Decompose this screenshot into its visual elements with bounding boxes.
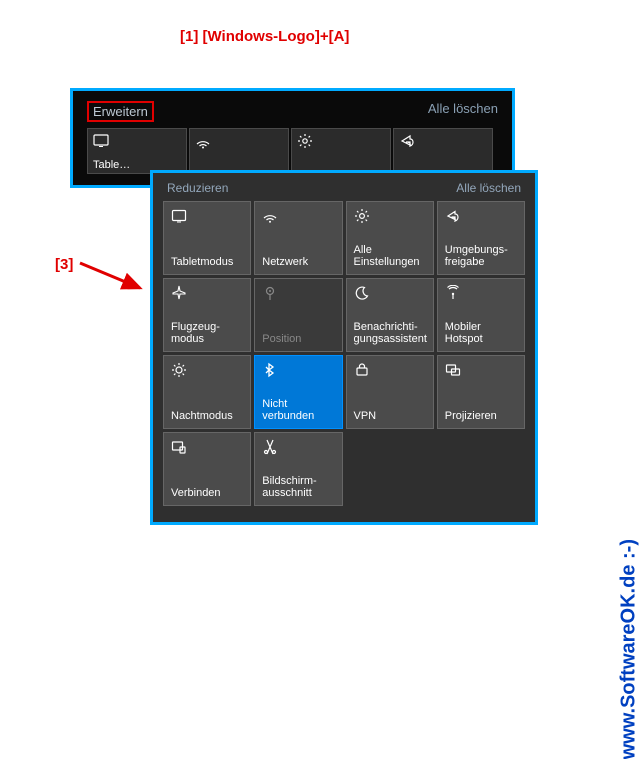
quick-action-label: Umgebungs-freigabe <box>445 244 520 269</box>
location-icon <box>262 285 278 301</box>
quick-action-tile[interactable]: Nicht verbunden <box>254 355 342 429</box>
gear-icon <box>297 133 313 149</box>
clear-all-link-front[interactable]: Alle löschen <box>456 181 521 195</box>
quick-action-label: Projizieren <box>445 410 520 423</box>
share-icon <box>399 133 415 149</box>
network-icon <box>195 133 211 149</box>
quick-action-label: Alle Einstellungen <box>354 244 429 269</box>
quick-action-tile[interactable]: Umgebungs-freigabe <box>437 201 525 275</box>
connect-icon <box>171 439 187 455</box>
bluetooth-icon <box>262 362 278 378</box>
quick-tile[interactable] <box>393 128 493 174</box>
quick-action-tile[interactable]: VPN <box>346 355 434 429</box>
quick-action-tile[interactable]: Position <box>254 278 342 352</box>
airplane-icon <box>171 285 187 301</box>
quick-action-tile[interactable]: Alle Einstellungen <box>346 201 434 275</box>
quick-action-label: Netzwerk <box>262 256 337 269</box>
quick-action-tile[interactable]: Tabletmodus <box>163 201 251 275</box>
expand-button[interactable]: Erweitern <box>87 101 154 122</box>
quick-action-label: Position <box>262 333 337 346</box>
quick-action-label: Nachtmodus <box>171 410 246 423</box>
quick-action-tile[interactable]: Flugzeug-modus <box>163 278 251 352</box>
quick-action-label: Verbinden <box>171 487 246 500</box>
quick-action-tile[interactable]: Verbinden <box>163 432 251 506</box>
sun-icon <box>171 362 187 378</box>
tablet-icon <box>171 208 187 224</box>
network-icon <box>262 208 278 224</box>
clear-all-link-back[interactable]: Alle löschen <box>428 101 498 122</box>
project-icon <box>445 362 461 378</box>
gear-icon <box>354 208 370 224</box>
annotation-1: [1] [Windows-Logo]+[A] <box>180 28 349 45</box>
quick-action-label: Flugzeug-modus <box>171 321 246 346</box>
reduce-button[interactable]: Reduzieren <box>167 181 228 195</box>
tablet-icon <box>93 133 109 149</box>
arrow-annotation <box>80 258 150 298</box>
collapsed-tiles-row: Table… <box>87 128 498 174</box>
quick-action-tile[interactable]: Mobiler Hotspot <box>437 278 525 352</box>
quick-action-tile[interactable]: Nachtmodus <box>163 355 251 429</box>
quick-action-label: Bildschirm-ausschnitt <box>262 475 337 500</box>
quick-tile[interactable] <box>189 128 289 174</box>
quick-action-tile[interactable]: Benachrichti-gungsassistent <box>346 278 434 352</box>
quick-action-tile[interactable]: Projizieren <box>437 355 525 429</box>
hotspot-icon <box>445 285 461 301</box>
quick-action-label: Benachrichti-gungsassistent <box>354 321 429 346</box>
annotation-3: [3] <box>55 256 73 273</box>
quick-tile[interactable]: Table… <box>87 128 187 174</box>
quick-action-label: VPN <box>354 410 429 423</box>
quick-action-tile[interactable]: Netzwerk <box>254 201 342 275</box>
watermark: www.SoftwareOK.de :-) <box>617 539 640 759</box>
share-icon <box>445 208 461 224</box>
quick-action-label: Tabletmodus <box>171 256 246 269</box>
action-center-expanded: Reduzieren Alle löschen Tabletmodus Netzw… <box>150 170 538 525</box>
quick-action-tile[interactable]: Bildschirm-ausschnitt <box>254 432 342 506</box>
quick-tile[interactable] <box>291 128 391 174</box>
snip-icon <box>262 439 278 455</box>
quick-action-label: Nicht verbunden <box>262 398 337 423</box>
quick-tile-label: Table… <box>93 159 130 171</box>
moon-icon <box>354 285 370 301</box>
quick-action-label: Mobiler Hotspot <box>445 321 520 346</box>
vpn-icon <box>354 362 370 378</box>
quick-actions-grid: Tabletmodus Netzwerk Alle Einstellungen Umg… <box>163 201 525 506</box>
